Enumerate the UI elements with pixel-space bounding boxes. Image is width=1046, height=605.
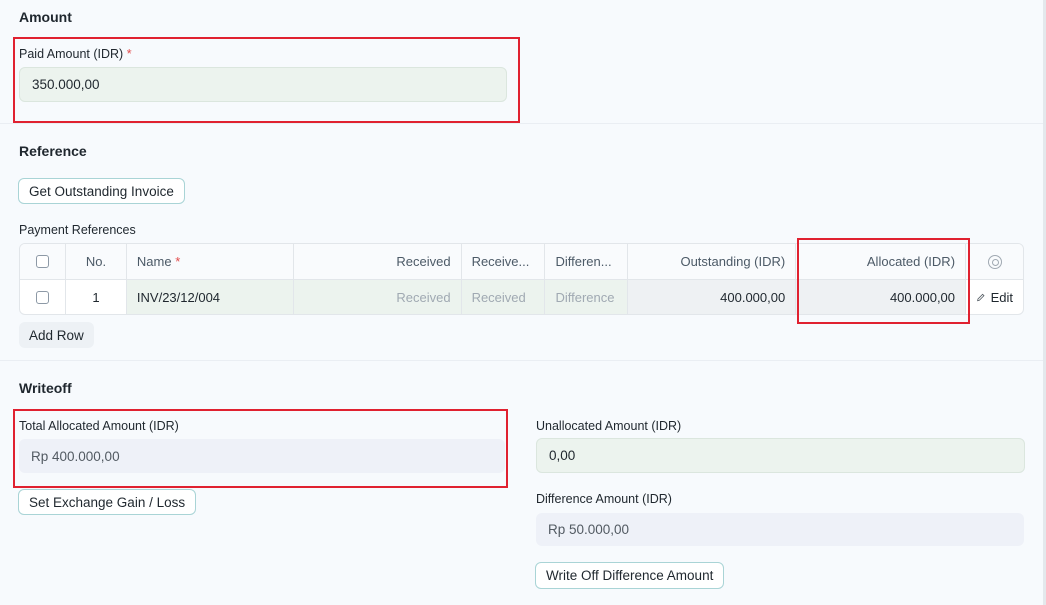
col-allocated: Allocated (IDR) [796, 244, 967, 279]
row-outstanding-cell[interactable]: 400.000,00 [628, 280, 797, 314]
difference-field: Rp 50.000,00 [536, 513, 1024, 546]
get-outstanding-invoice-button[interactable]: Get Outstanding Invoice [18, 178, 185, 204]
paid-amount-input[interactable]: 350.000,00 [19, 67, 507, 102]
col-no: No. [66, 244, 127, 279]
required-mark: * [175, 254, 181, 269]
unallocated-label: Unallocated Amount (IDR) [536, 419, 682, 433]
row-edit-label: Edit [990, 290, 1013, 305]
col-difference: Differen... [545, 244, 629, 279]
difference-label: Difference Amount (IDR) [536, 492, 672, 506]
unallocated-value: 0,00 [549, 448, 576, 463]
required-mark: * [126, 47, 132, 61]
row-allocated-cell[interactable]: 400.000,00 [796, 280, 967, 314]
col-received: Received [294, 244, 462, 279]
col-name: Name * [127, 244, 294, 279]
paid-amount-label: Paid Amount (IDR) * [19, 47, 132, 61]
writeoff-section-title: Writeoff [19, 380, 72, 396]
add-row-button[interactable]: Add Row [19, 322, 94, 348]
set-exchange-gain-loss-button[interactable]: Set Exchange Gain / Loss [18, 489, 197, 515]
amount-section-title: Amount [19, 9, 72, 25]
row-name-cell[interactable]: INV/23/12/004 [126, 280, 294, 314]
gear-icon[interactable] [987, 254, 1002, 269]
row-checkbox[interactable] [35, 291, 49, 304]
pencil-icon [977, 293, 985, 302]
reference-section-title: Reference [19, 143, 87, 159]
payment-references-table: No. Name * Received Receive... Differen.… [19, 243, 1024, 315]
total-allocated-field: Rp 400.000,00 [19, 439, 505, 473]
col-outstanding: Outstanding (IDR) [628, 244, 797, 279]
col-received-2: Receive... [462, 244, 546, 279]
paid-amount-label-text: Paid Amount (IDR) [19, 47, 124, 61]
row-received-cell[interactable]: Received [293, 280, 462, 314]
col-name-label: Name [136, 254, 172, 269]
payment-references-label: Payment References [19, 223, 136, 237]
section-divider [0, 360, 1046, 361]
row-select-cell[interactable] [20, 280, 66, 314]
table-row[interactable]: 1 INV/23/12/004 Received Received Differ… [20, 280, 1023, 314]
unallocated-input[interactable]: 0,00 [536, 438, 1025, 473]
total-allocated-label: Total Allocated Amount (IDR) [19, 419, 179, 433]
select-all-cell[interactable] [20, 244, 66, 279]
row-difference-cell[interactable]: Difference [545, 280, 629, 314]
column-settings-button[interactable] [966, 244, 1023, 279]
total-allocated-value: Rp 400.000,00 [31, 448, 120, 464]
row-no: 1 [66, 280, 127, 314]
difference-value: Rp 50.000,00 [548, 522, 630, 537]
select-all-checkbox[interactable] [35, 255, 49, 268]
paid-amount-value: 350.000,00 [32, 77, 100, 92]
section-divider [0, 123, 1046, 124]
table-header-row: No. Name * Received Receive... Differen.… [20, 244, 1023, 280]
row-received-2-cell[interactable]: Received [461, 280, 546, 314]
row-edit-button[interactable]: Edit [966, 280, 1023, 314]
write-off-difference-button[interactable]: Write Off Difference Amount [535, 562, 725, 589]
